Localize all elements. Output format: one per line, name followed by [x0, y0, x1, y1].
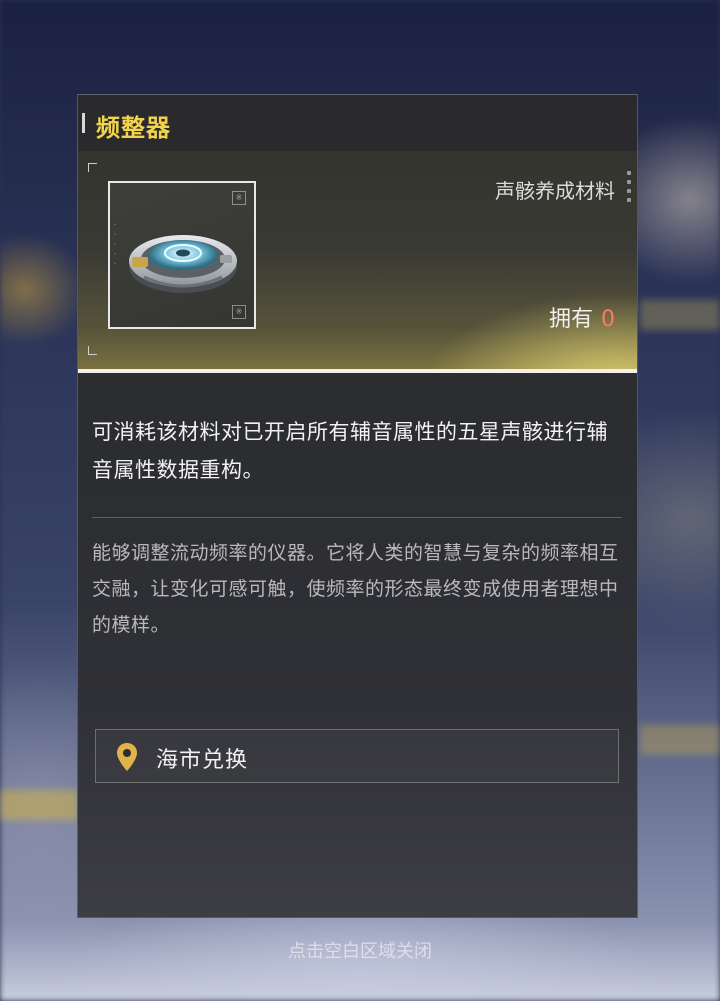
- title-bar: 频整器: [78, 95, 637, 151]
- frame-decoration-text: · · · · ·: [109, 223, 119, 267]
- item-category: 声骸养成材料: [495, 179, 615, 203]
- item-lore: 能够调整流动频率的仪器。它将人类的智慧与复杂的频率相互交融，让变化可感可触，使频…: [92, 542, 619, 636]
- frame-tag-icon: ※: [232, 191, 246, 205]
- frequency-tuner-icon: [129, 235, 237, 293]
- item-hero: · · · · · ※ ※ 声骸养成材料 拥有 0: [78, 151, 637, 373]
- owned-count: 0: [601, 307, 615, 332]
- close-hint: 点击空白区域关闭: [288, 941, 432, 962]
- frame-corner: [88, 346, 97, 355]
- source-label: 海市兑换: [156, 748, 249, 773]
- background-decoration: [640, 725, 720, 755]
- item-detail-panel: 频整器 · · · · · ※ ※ 声骸养成材料 拥有 0 可消耗该材料对已开启…: [77, 94, 638, 918]
- source-button-sea-market-exchange[interactable]: 海市兑换: [95, 729, 619, 783]
- frame-corner: [88, 163, 97, 172]
- owned-count-row: 拥有 0: [549, 301, 615, 333]
- decoration-dots: [627, 171, 633, 207]
- frame-tag-icon: ※: [232, 305, 246, 319]
- background-decoration: [640, 300, 720, 330]
- location-pin-icon: [117, 743, 137, 771]
- title-accent-bar: [82, 113, 85, 133]
- item-description: 可消耗该材料对已开启所有辅音属性的五星声骸进行辅音属性数据重构。: [92, 420, 608, 482]
- owned-label: 拥有: [548, 307, 593, 332]
- background-decoration: [0, 790, 78, 820]
- item-icon-frame: · · · · · ※ ※: [108, 181, 256, 329]
- section-divider: [92, 517, 622, 518]
- hero-divider: [78, 369, 637, 373]
- item-title: 频整器: [96, 114, 171, 142]
